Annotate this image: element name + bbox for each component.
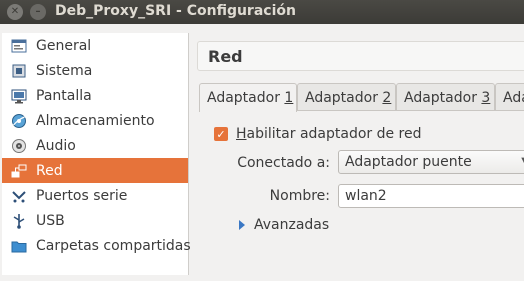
settings-main-panel: Red Adaptador 1 Adaptador 2 Adaptador 3 … bbox=[189, 33, 524, 275]
window-title: Deb_Proxy_SRI - Configuración bbox=[55, 3, 296, 19]
enable-adapter-checkbox-row[interactable]: ✓ Habilitar adaptador de red bbox=[214, 126, 422, 142]
enable-adapter-checkbox[interactable]: ✓ bbox=[214, 127, 228, 141]
sidebar-item-audio[interactable]: Audio bbox=[2, 133, 188, 158]
tab-adaptador-4[interactable]: Ada bbox=[495, 83, 524, 111]
sidebar-item-usb[interactable]: USB bbox=[2, 208, 188, 233]
serial-ports-icon bbox=[11, 188, 27, 204]
enable-adapter-label: Habilitar adaptador de red bbox=[236, 126, 422, 142]
attached-to-label: Conectado a: bbox=[237, 155, 330, 171]
usb-icon bbox=[11, 213, 27, 229]
sidebar-item-puertos-serie[interactable]: Puertos serie bbox=[2, 183, 188, 208]
general-icon bbox=[11, 38, 27, 54]
sidebar-item-sistema[interactable]: Sistema bbox=[2, 58, 188, 83]
sidebar-item-carpetas-compartidas[interactable]: Carpetas compartidas bbox=[2, 233, 191, 258]
settings-sidebar: General Sistema Pantalla Almacenamiento … bbox=[2, 33, 191, 275]
minimize-icon[interactable]: – bbox=[30, 4, 46, 20]
network-icon bbox=[11, 163, 27, 179]
attached-to-select[interactable]: Adaptador puente ▼ bbox=[338, 150, 524, 174]
expander-arrow-icon bbox=[239, 220, 245, 230]
tab-adaptador-3[interactable]: Adaptador 3 bbox=[396, 83, 495, 111]
display-icon bbox=[11, 88, 27, 104]
sidebar-item-almacenamiento[interactable]: Almacenamiento bbox=[2, 108, 188, 133]
sidebar-item-red[interactable]: Red bbox=[2, 158, 188, 183]
name-field[interactable]: wlan2 bbox=[338, 184, 524, 208]
audio-icon bbox=[11, 138, 27, 154]
name-label: Nombre: bbox=[269, 188, 330, 204]
page-title: Red bbox=[197, 41, 524, 71]
window-titlebar: ✕ – Deb_Proxy_SRI - Configuración bbox=[0, 0, 524, 24]
tab-adaptador-2[interactable]: Adaptador 2 bbox=[297, 83, 396, 111]
close-icon[interactable]: ✕ bbox=[7, 4, 23, 20]
tab-adaptador-1[interactable]: Adaptador 1 bbox=[199, 83, 297, 112]
advanced-expander[interactable]: Avanzadas bbox=[239, 217, 329, 233]
system-icon bbox=[11, 63, 27, 79]
storage-icon bbox=[11, 113, 27, 129]
sidebar-item-general[interactable]: General bbox=[2, 33, 188, 58]
shared-folders-icon bbox=[11, 238, 27, 254]
sidebar-item-pantalla[interactable]: Pantalla bbox=[2, 83, 188, 108]
